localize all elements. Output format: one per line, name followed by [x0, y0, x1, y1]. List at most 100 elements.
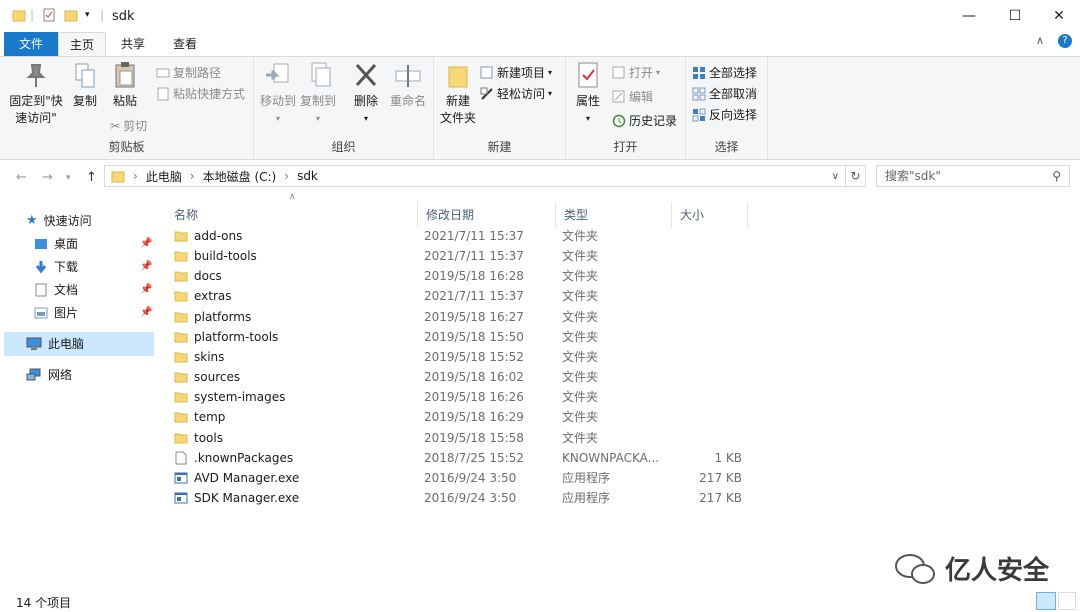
file-row[interactable]: sources 2019/5/18 16:02 文件夹 — [170, 367, 750, 387]
nav-desktop[interactable]: 桌面 — [34, 233, 78, 255]
application-icon — [174, 492, 188, 504]
select-none-icon — [692, 87, 706, 101]
rename-button[interactable]: 重命名 — [386, 61, 430, 110]
copy-to-label: 复制到 — [299, 94, 336, 108]
details-view-icon[interactable] — [1036, 592, 1056, 610]
file-row[interactable]: AVD Manager.exe 2016/9/24 3:50 应用程序 217 KB — [170, 468, 750, 488]
file-name: add-ons — [194, 229, 243, 243]
file-type: 文件夹 — [562, 430, 599, 445]
nav-downloads[interactable]: 下载 — [34, 256, 78, 278]
nav-this-pc[interactable]: 此电脑 — [26, 333, 84, 355]
folder-icon — [174, 312, 188, 323]
pin-icon[interactable]: 📌 — [140, 307, 152, 318]
file-row[interactable]: SDK Manager.exe 2016/9/24 3:50 应用程序 217 KB — [170, 488, 750, 508]
tab-file[interactable]: 文件 — [4, 32, 58, 56]
file-row[interactable]: platforms 2019/5/18 16:27 文件夹 — [170, 307, 750, 327]
address-bar[interactable]: › 此电脑 › 本地磁盘 (C:) › sdk ∨ — [104, 165, 846, 187]
nav-pictures[interactable]: 图片 — [34, 302, 78, 324]
delete-button[interactable]: 删除 ▾ — [348, 61, 384, 127]
recent-locations-icon[interactable]: ▾ — [66, 173, 71, 183]
properties-icon[interactable] — [42, 8, 56, 22]
paste-button[interactable]: 粘贴 — [106, 61, 144, 110]
file-date: 2021/7/11 15:37 — [424, 249, 524, 264]
copy-path-icon — [156, 68, 170, 78]
file-row[interactable]: extras 2021/7/11 15:37 文件夹 — [170, 286, 750, 306]
file-date: 2016/9/24 3:50 — [424, 470, 517, 485]
file-row[interactable]: platform-tools 2019/5/18 15:50 文件夹 — [170, 327, 750, 347]
pin-quick-access-button[interactable]: 固定到"快 速访问" — [6, 61, 66, 127]
history-button[interactable]: 历史记录 — [612, 111, 677, 131]
customize-toolbar-icon[interactable]: ▾ — [85, 10, 90, 20]
file-row[interactable]: add-ons 2021/7/11 15:37 文件夹 — [170, 226, 750, 246]
pin-icon[interactable]: 📌 — [140, 238, 152, 249]
file-row[interactable]: temp 2019/5/18 16:29 文件夹 — [170, 407, 750, 427]
properties-button[interactable]: 属性 ▾ — [570, 61, 606, 127]
new-folder-icon[interactable] — [64, 8, 78, 22]
easy-access-button[interactable]: 轻松访问 ▾ — [480, 84, 552, 104]
file-row[interactable]: docs 2019/5/18 16:28 文件夹 — [170, 266, 750, 286]
copy-path-label: 复制路径 — [173, 66, 222, 80]
file-date: 2019/5/18 15:50 — [424, 329, 524, 344]
select-all-button[interactable]: 全部选择 — [692, 63, 757, 83]
new-folder-button[interactable]: 新建 文件夹 — [436, 61, 480, 127]
copy-to-button[interactable]: 复制到 ▾ — [298, 61, 338, 127]
file-row[interactable]: skins 2019/5/18 15:52 文件夹 — [170, 347, 750, 367]
new-item-button[interactable]: 新建项目 ▾ — [480, 63, 552, 83]
nav-downloads-label: 下载 — [54, 260, 79, 274]
scissors-icon: ✂ — [110, 119, 121, 133]
computer-icon — [26, 337, 42, 350]
move-to-button[interactable]: 移动到 ▾ — [258, 61, 298, 127]
up-arrow-icon[interactable]: ↑ — [86, 170, 97, 185]
nav-network[interactable]: 网络 — [26, 364, 72, 386]
file-row[interactable]: build-tools 2021/7/11 15:37 文件夹 — [170, 246, 750, 266]
new-group-label: 新建 — [487, 140, 512, 154]
copy-to-icon — [311, 62, 331, 87]
help-icon[interactable]: ? — [1058, 34, 1072, 48]
file-row[interactable]: system-images 2019/5/18 16:26 文件夹 — [170, 387, 750, 407]
file-name: temp — [194, 410, 226, 425]
breadcrumb-sdk[interactable]: sdk — [297, 169, 318, 183]
breadcrumb-local-disk[interactable]: 本地磁盘 (C:) — [203, 168, 277, 185]
file-row[interactable]: .knownPackages 2018/7/25 15:52 KNOWNPACKA.… — [170, 448, 750, 468]
folder-icon — [174, 332, 188, 343]
minimize-button[interactable]: — — [946, 0, 992, 32]
open-group: 属性 ▾ 打开 ▾ 编辑 历史记录 打开 — [566, 57, 686, 159]
paste-icon — [115, 62, 135, 88]
column-header-size[interactable]: 大小 — [672, 202, 748, 228]
column-header-date[interactable]: 修改日期 — [418, 202, 556, 228]
collapse-ribbon-icon[interactable]: ∧ — [1036, 34, 1044, 48]
forward-arrow-icon[interactable]: → — [42, 170, 53, 185]
open-button[interactable]: 打开 ▾ — [612, 63, 660, 83]
invert-selection-button[interactable]: 反向选择 — [692, 105, 757, 125]
select-all-label: 全部选择 — [709, 66, 758, 80]
folder-icon — [174, 231, 188, 242]
breadcrumb-this-pc[interactable]: 此电脑 — [146, 168, 182, 185]
back-arrow-icon[interactable]: ← — [16, 170, 27, 185]
refresh-button[interactable]: ↻ — [846, 165, 866, 187]
paste-shortcut-button[interactable]: 粘贴快捷方式 — [156, 84, 245, 104]
maximize-button[interactable]: ☐ — [992, 0, 1038, 32]
cut-button[interactable]: ✂ 剪切 — [110, 116, 147, 136]
search-input[interactable]: 搜索"sdk" ⚲ — [876, 165, 1070, 187]
file-row[interactable]: tools 2019/5/18 15:58 文件夹 — [170, 428, 750, 448]
select-none-button[interactable]: 全部取消 — [692, 84, 757, 104]
nav-documents[interactable]: 文档 — [34, 279, 78, 301]
column-header-type[interactable]: 类型 — [556, 202, 672, 228]
edit-button[interactable]: 编辑 — [612, 87, 653, 107]
column-header-name[interactable]: 名称 — [166, 202, 418, 228]
file-name: system-images — [194, 390, 286, 405]
copy-path-button[interactable]: 复制路径 — [156, 63, 221, 83]
file-type: KNOWNPACKA... — [562, 450, 660, 465]
nav-quick-access[interactable]: ★ 快速访问 — [26, 210, 92, 232]
close-button[interactable]: ✕ — [1036, 0, 1080, 32]
pin-icon[interactable]: 📌 — [140, 261, 152, 272]
file-type: 文件夹 — [562, 370, 599, 385]
tab-share[interactable]: 共享 — [110, 32, 156, 56]
edit-icon — [612, 90, 625, 103]
address-dropdown-icon[interactable]: ∨ — [832, 171, 839, 182]
large-icons-view-icon[interactable] — [1058, 592, 1076, 610]
copy-button[interactable]: 复制 — [66, 61, 104, 110]
tab-view[interactable]: 查看 — [162, 32, 208, 56]
tab-home[interactable]: 主页 — [58, 32, 106, 56]
pin-icon[interactable]: 📌 — [140, 284, 152, 295]
